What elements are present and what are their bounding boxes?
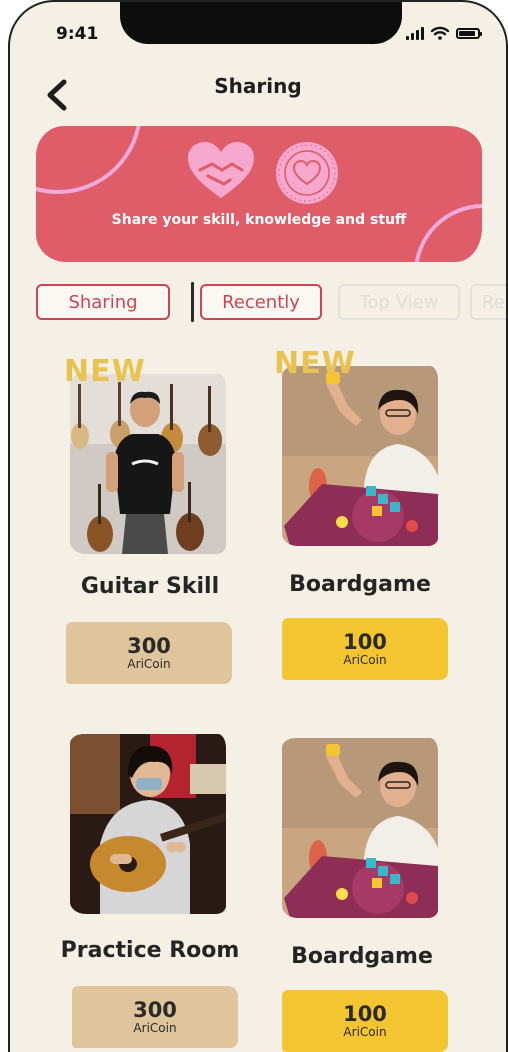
item-card-practice-room[interactable]: Practice Room 300 AriCoin [61, 734, 246, 1052]
tab-divider [191, 282, 194, 322]
page-title: Sharing [214, 74, 302, 98]
item-title: Guitar Skill [80, 574, 220, 599]
price-unit: AriCoin [343, 653, 387, 667]
notch [120, 2, 402, 44]
phone-screen: 9:41 Sharing Share your skill, knowledge… [8, 0, 508, 1052]
new-badge: NEW [64, 354, 146, 389]
signal-icon [406, 26, 424, 40]
heart-handshake-icon [188, 142, 254, 198]
item-title: Boardgame [291, 944, 433, 969]
item-card-boardgame[interactable]: NEW Boardgame 100 AriCoin [274, 346, 456, 686]
price-unit: AriCoin [133, 1021, 177, 1035]
price-unit: AriCoin [127, 657, 171, 671]
seal-logo-icon [276, 142, 338, 204]
tab-next[interactable]: Re [470, 284, 506, 320]
price-value: 300 [133, 998, 177, 1022]
item-title: Boardgame [289, 572, 431, 597]
status-icons [406, 26, 482, 40]
banner-tagline: Share your skill, knowledge and stuff [111, 212, 407, 228]
price-value: 300 [127, 634, 171, 658]
item-card-boardgame-2[interactable]: Boardgame 100 AriCoin [276, 738, 456, 1052]
man-with-guitars-photo [70, 374, 226, 554]
new-badge: NEW [274, 346, 356, 381]
item-title: Practice Room [60, 938, 240, 963]
item-card-guitar-skill[interactable]: NEW Guitar Skill 300 AriCoin [64, 354, 246, 694]
tab-recently[interactable]: Recently [200, 284, 322, 320]
tab-sharing[interactable]: Sharing [36, 284, 170, 320]
price-unit: AriCoin [343, 1025, 387, 1039]
price-value: 100 [343, 1002, 387, 1026]
tab-top-view[interactable]: Top View [338, 284, 460, 320]
status-time: 9:41 [56, 24, 99, 44]
price-button[interactable]: 100 AriCoin [282, 990, 448, 1052]
price-button[interactable]: 300 AriCoin [66, 622, 232, 684]
girl-playing-boardgame-photo [282, 366, 438, 546]
promo-banner: Share your skill, knowledge and stuff [36, 126, 482, 262]
price-button[interactable]: 100 AriCoin [282, 618, 448, 680]
girl-playing-boardgame-photo [282, 738, 438, 918]
price-button[interactable]: 300 AriCoin [72, 986, 238, 1048]
girl-playing-guitar-photo [70, 734, 226, 914]
battery-icon [456, 27, 482, 39]
banner-decoration [36, 126, 142, 194]
price-value: 100 [343, 630, 387, 654]
wifi-icon [431, 26, 449, 40]
